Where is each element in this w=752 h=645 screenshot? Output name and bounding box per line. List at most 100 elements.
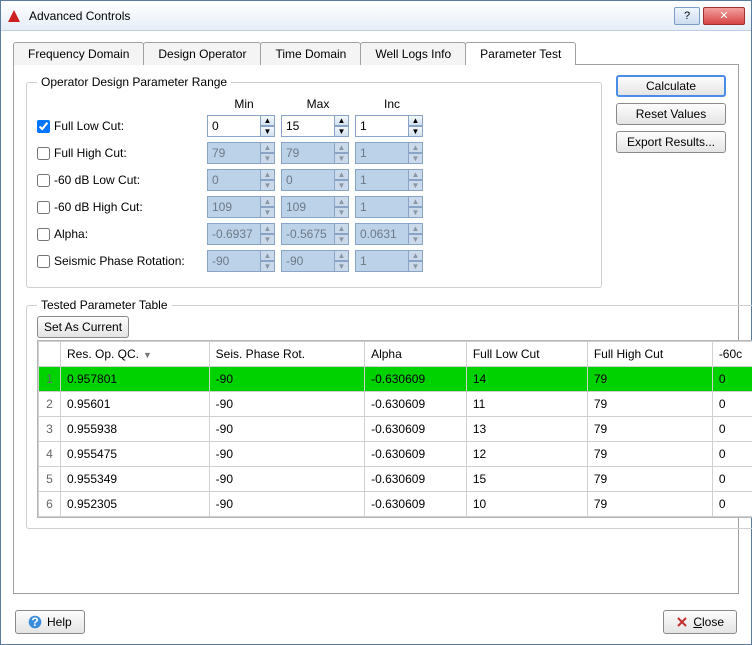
param-checkbox[interactable]	[37, 120, 50, 133]
spinner-up-icon: ▲	[335, 223, 349, 234]
help-button[interactable]: ? Help	[15, 610, 85, 634]
param-checkbox[interactable]	[37, 255, 50, 268]
spinner-up-icon[interactable]: ▲	[409, 115, 423, 126]
spinner: ▲▼	[355, 169, 423, 191]
cell: 12	[466, 442, 587, 467]
spinner-down-icon: ▼	[335, 153, 349, 164]
spinner-down-icon: ▼	[409, 153, 423, 164]
col-header[interactable]: Full Low Cut	[466, 342, 587, 367]
spinner-down-icon: ▼	[261, 234, 275, 245]
close-button[interactable]: Close	[663, 610, 737, 634]
result-table: Res. Op. QC.▼Seis. Phase Rot.AlphaFull L…	[38, 341, 752, 517]
param-checkbox[interactable]	[37, 147, 50, 160]
cell: -0.630609	[365, 367, 467, 392]
cell: 79	[587, 392, 712, 417]
spinner-input	[281, 142, 335, 164]
spinner-input	[207, 142, 261, 164]
cell: -0.630609	[365, 392, 467, 417]
cell: 0	[712, 467, 752, 492]
spinner-down-icon[interactable]: ▼	[409, 126, 423, 137]
table-row[interactable]: 50.955349-90-0.63060915790	[39, 467, 752, 492]
spinner: ▲▼	[207, 142, 275, 164]
spinner-input	[281, 169, 335, 191]
spinner[interactable]: ▲▼	[355, 115, 423, 137]
param-checkbox[interactable]	[37, 228, 50, 241]
result-table-scroll[interactable]: Res. Op. QC.▼Seis. Phase Rot.AlphaFull L…	[37, 340, 752, 518]
spinner-up-icon: ▲	[409, 223, 423, 234]
spinner-down-icon: ▼	[335, 180, 349, 191]
tab-time-domain[interactable]: Time Domain	[260, 42, 361, 65]
cell: 0.952305	[61, 492, 210, 517]
close-window-button[interactable]: ✕	[703, 7, 745, 25]
tab-frequency-domain[interactable]: Frequency Domain	[13, 42, 144, 65]
spinner-input[interactable]	[207, 115, 261, 137]
spinner-input	[281, 196, 335, 218]
col-inc: Inc	[355, 97, 429, 111]
table-row[interactable]: 60.952305-90-0.63060910790	[39, 492, 752, 517]
cell: 15	[466, 467, 587, 492]
spinner-input	[355, 142, 409, 164]
col-header[interactable]: Alpha	[365, 342, 467, 367]
table-row[interactable]: 10.957801-90-0.63060914790	[39, 367, 752, 392]
help-window-button[interactable]: ?	[674, 7, 700, 25]
col-header[interactable]: Res. Op. QC.▼	[61, 342, 210, 367]
param-checkbox[interactable]	[37, 201, 50, 214]
cell: 10	[466, 492, 587, 517]
param-range-group: Operator Design Parameter Range Min Max …	[26, 75, 602, 288]
spinner-down-icon: ▼	[261, 180, 275, 191]
export-results-button[interactable]: Export Results...	[616, 131, 726, 153]
cell: 0.957801	[61, 367, 210, 392]
svg-text:?: ?	[31, 615, 38, 629]
spinner-up-icon: ▲	[261, 196, 275, 207]
title-bar: Advanced Controls ? ✕	[1, 1, 751, 31]
param-row: Full Low Cut: ▲▼ ▲▼ ▲▼	[37, 115, 591, 137]
spinner-up-icon: ▲	[335, 196, 349, 207]
tab-well-logs-info[interactable]: Well Logs Info	[360, 42, 466, 65]
param-label: Full Low Cut:	[54, 119, 124, 133]
cell: 79	[587, 467, 712, 492]
col-header[interactable]: Full High Cut	[587, 342, 712, 367]
spinner: ▲▼	[281, 142, 349, 164]
table-row[interactable]: 30.955938-90-0.63060913790	[39, 417, 752, 442]
calculate-button[interactable]: Calculate	[616, 75, 726, 97]
spinner: ▲▼	[355, 142, 423, 164]
spinner-input	[355, 196, 409, 218]
cell: -90	[209, 367, 364, 392]
spinner[interactable]: ▲▼	[281, 115, 349, 137]
spinner: ▲▼	[207, 169, 275, 191]
col-header[interactable]: Seis. Phase Rot.	[209, 342, 364, 367]
close-icon	[676, 616, 688, 628]
spinner-up-icon[interactable]: ▲	[261, 115, 275, 126]
spinner[interactable]: ▲▼	[207, 115, 275, 137]
cell: 0	[712, 367, 752, 392]
tab-parameter-test[interactable]: Parameter Test	[465, 42, 576, 65]
spinner-up-icon[interactable]: ▲	[335, 115, 349, 126]
cell: -90	[209, 392, 364, 417]
spinner: ▲▼	[355, 250, 423, 272]
spinner-up-icon: ▲	[409, 142, 423, 153]
cell: -0.630609	[365, 492, 467, 517]
spinner-input[interactable]	[355, 115, 409, 137]
cell: 11	[466, 392, 587, 417]
spinner-input[interactable]	[281, 115, 335, 137]
col-rownum[interactable]	[39, 342, 61, 367]
cell: -0.630609	[365, 442, 467, 467]
spinner-down-icon: ▼	[335, 261, 349, 272]
spinner-down-icon: ▼	[261, 207, 275, 218]
spinner-down-icon[interactable]: ▼	[335, 126, 349, 137]
col-header[interactable]: -60c	[712, 342, 752, 367]
spinner-down-icon: ▼	[261, 153, 275, 164]
table-row[interactable]: 40.955475-90-0.63060912790	[39, 442, 752, 467]
tab-design-operator[interactable]: Design Operator	[143, 42, 261, 65]
row-number: 6	[39, 492, 61, 517]
set-as-current-button[interactable]: Set As Current	[37, 316, 129, 338]
spinner-down-icon: ▼	[335, 207, 349, 218]
cell: 0	[712, 442, 752, 467]
spinner-down-icon[interactable]: ▼	[261, 126, 275, 137]
row-number: 4	[39, 442, 61, 467]
table-row[interactable]: 20.95601-90-0.63060911790	[39, 392, 752, 417]
spinner-up-icon: ▲	[409, 169, 423, 180]
col-min: Min	[207, 97, 281, 111]
param-checkbox[interactable]	[37, 174, 50, 187]
reset-values-button[interactable]: Reset Values	[616, 103, 726, 125]
